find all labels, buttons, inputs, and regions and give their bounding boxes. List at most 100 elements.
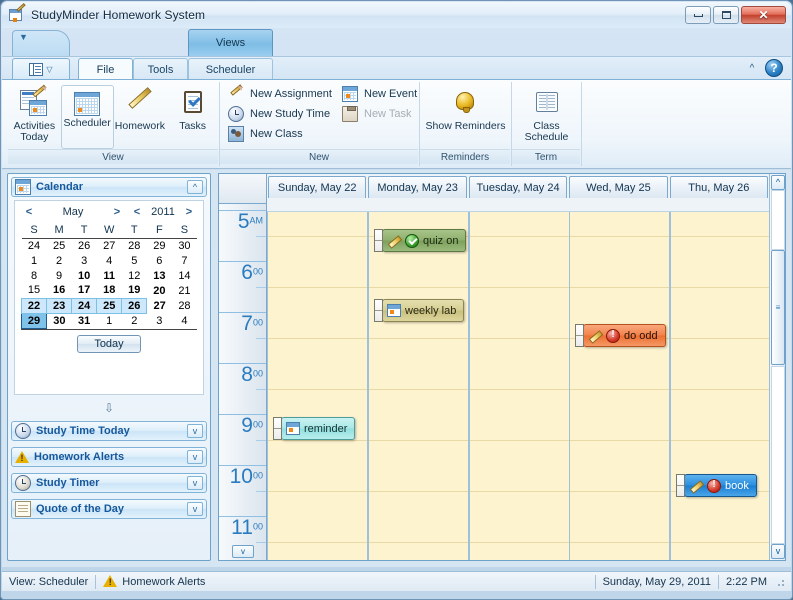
day-column[interactable]	[670, 212, 769, 560]
calendar-day-cell[interactable]: 30	[47, 313, 72, 328]
day-column[interactable]	[569, 212, 670, 560]
scrollbar-thumb[interactable]: ≡	[771, 250, 785, 365]
calendar-day-cell[interactable]: 5	[122, 253, 147, 268]
appointment-block[interactable]: weekly lab	[374, 299, 465, 322]
appointment-resize-handle[interactable]	[676, 474, 685, 497]
day-header[interactable]: Monday, May 23	[368, 176, 467, 198]
calendar-day-cell[interactable]: 22	[20, 297, 48, 314]
scheduler-button[interactable]: Scheduler	[60, 85, 114, 149]
calendar-day-cell[interactable]: 3	[72, 253, 97, 268]
maximize-button[interactable]	[713, 6, 739, 24]
today-button[interactable]: Today	[77, 334, 141, 353]
day-header[interactable]: Tuesday, May 24	[468, 176, 568, 198]
scheduler-grid[interactable]: quiz on weekly lab do odd reminder book	[267, 212, 769, 560]
day-column[interactable]	[469, 212, 570, 560]
calendar-day-cell[interactable]: 19	[122, 283, 147, 298]
calendar-day-cell[interactable]: 24	[71, 297, 98, 314]
scrollbar-track-lower[interactable]	[771, 366, 785, 544]
calendar-day-cell[interactable]: 27	[147, 298, 172, 313]
appointment-block[interactable]: do odd	[575, 324, 666, 347]
calendar-day-cell[interactable]: 28	[172, 298, 197, 313]
sidebar-panel-study-timer[interactable]: Study Timer v	[11, 473, 207, 493]
activities-today-button[interactable]: Activities Today	[8, 84, 61, 149]
chevron-down-icon[interactable]: v	[187, 476, 203, 490]
tab-group-views[interactable]: Views	[188, 29, 273, 56]
status-alerts[interactable]: Homework Alerts	[96, 573, 212, 591]
calendar-day-cell[interactable]: 27	[97, 238, 122, 253]
calendar-day-cell[interactable]: 30	[172, 238, 197, 253]
application-menu-button[interactable]: ▽	[12, 58, 70, 80]
calendar-scroll-down-icon[interactable]: ⇩	[8, 395, 210, 415]
sidebar-panel-quote-of-the-day[interactable]: Quote of the Day v	[11, 499, 207, 519]
quick-access-dropdown[interactable]: ▼	[12, 30, 70, 56]
calendar-day-cell[interactable]: 26	[72, 238, 97, 253]
calendar-day-cell[interactable]: 6	[147, 253, 172, 268]
calendar-day-cell[interactable]: 21	[172, 283, 197, 298]
new-task-button[interactable]: New Task	[338, 104, 411, 124]
calendar-day-cell[interactable]: 11	[97, 268, 122, 283]
calendar-day-cell[interactable]: 2	[47, 253, 72, 268]
calendar-day-cell[interactable]: 4	[97, 253, 122, 268]
appointment-block[interactable]: quiz on	[374, 229, 467, 252]
calendar-day-cell[interactable]: 23	[46, 297, 73, 314]
prev-month-button[interactable]: <	[23, 206, 35, 218]
calendar-day-cell[interactable]: 16	[47, 283, 72, 298]
calendar-day-cell[interactable]: 17	[72, 283, 97, 298]
time-scroll-down-button[interactable]: v	[232, 545, 254, 558]
calendar-day-cell[interactable]: 15	[22, 283, 47, 298]
calendar-day-cell[interactable]: 24	[22, 238, 47, 253]
calendar-day-cell[interactable]: 2	[122, 313, 147, 328]
calendar-day-cell[interactable]: 3	[147, 313, 172, 328]
appointment-block[interactable]: reminder	[273, 417, 356, 440]
day-column[interactable]	[368, 212, 469, 560]
appointment-resize-handle[interactable]	[374, 299, 383, 322]
new-class-button[interactable]: New Class	[224, 124, 303, 144]
help-icon[interactable]: ?	[765, 59, 783, 77]
tab-file[interactable]: File	[78, 58, 133, 80]
calendar-day-cell[interactable]: 20	[147, 283, 172, 298]
calendar-day-cell[interactable]: 25	[96, 297, 123, 314]
tasks-button[interactable]: Tasks	[166, 85, 219, 149]
calendar-day-cell[interactable]: 25	[47, 238, 72, 253]
calendar-day-cell[interactable]: 4	[172, 313, 197, 328]
tab-tools[interactable]: Tools	[133, 58, 188, 80]
chevron-down-icon[interactable]: v	[187, 424, 203, 438]
resize-grip[interactable]	[774, 575, 786, 588]
minimize-button[interactable]	[685, 6, 711, 24]
day-header[interactable]: Wed, May 25	[569, 176, 668, 198]
calendar-day-cell[interactable]: 28	[122, 238, 147, 253]
day-column[interactable]	[267, 212, 368, 560]
prev-year-button[interactable]: <	[131, 206, 143, 218]
calendar-day-cell[interactable]: 29	[147, 238, 172, 253]
appointment-resize-handle[interactable]	[374, 229, 383, 252]
close-button[interactable]: ✕	[741, 6, 786, 24]
class-schedule-button[interactable]: Class Schedule	[514, 85, 580, 149]
calendar-day-cell[interactable]: 29	[20, 312, 48, 329]
chevron-down-icon[interactable]: v	[187, 450, 203, 464]
day-header[interactable]: Sunday, May 22	[268, 176, 367, 198]
tab-scheduler[interactable]: Scheduler	[188, 58, 273, 80]
calendar-day-cell[interactable]: 7	[172, 253, 197, 268]
new-study-time-button[interactable]: New Study Time	[224, 104, 330, 124]
sidebar-panel-homework-alerts[interactable]: Homework Alerts v	[11, 447, 207, 467]
next-year-button[interactable]: >	[183, 206, 195, 218]
homework-button[interactable]: Homework	[114, 85, 167, 149]
calendar-day-cell[interactable]: 13	[147, 268, 172, 283]
calendar-day-cell[interactable]: 1	[97, 313, 122, 328]
show-reminders-button[interactable]: Show Reminders	[422, 85, 510, 149]
calendar-day-cell[interactable]: 26	[121, 297, 148, 314]
appointment-resize-handle[interactable]	[575, 324, 584, 347]
new-event-button[interactable]: New Event	[338, 84, 417, 104]
next-month-button[interactable]: >	[111, 206, 123, 218]
calendar-day-cell[interactable]: 9	[47, 268, 72, 283]
calendar-day-cell[interactable]: 14	[172, 268, 197, 283]
scrollbar-track-upper[interactable]	[771, 190, 785, 250]
chevron-up-icon[interactable]: ^	[187, 180, 203, 194]
ribbon-collapse-icon[interactable]: ^	[745, 62, 759, 76]
chevron-down-icon[interactable]: v	[187, 502, 203, 516]
calendar-day-cell[interactable]: 18	[97, 283, 122, 298]
appointment-resize-handle[interactable]	[273, 417, 282, 440]
sidebar-panel-calendar-header[interactable]: Calendar ^	[11, 177, 207, 197]
calendar-day-cell[interactable]: 12	[122, 268, 147, 283]
calendar-day-cell[interactable]: 31	[72, 313, 97, 328]
